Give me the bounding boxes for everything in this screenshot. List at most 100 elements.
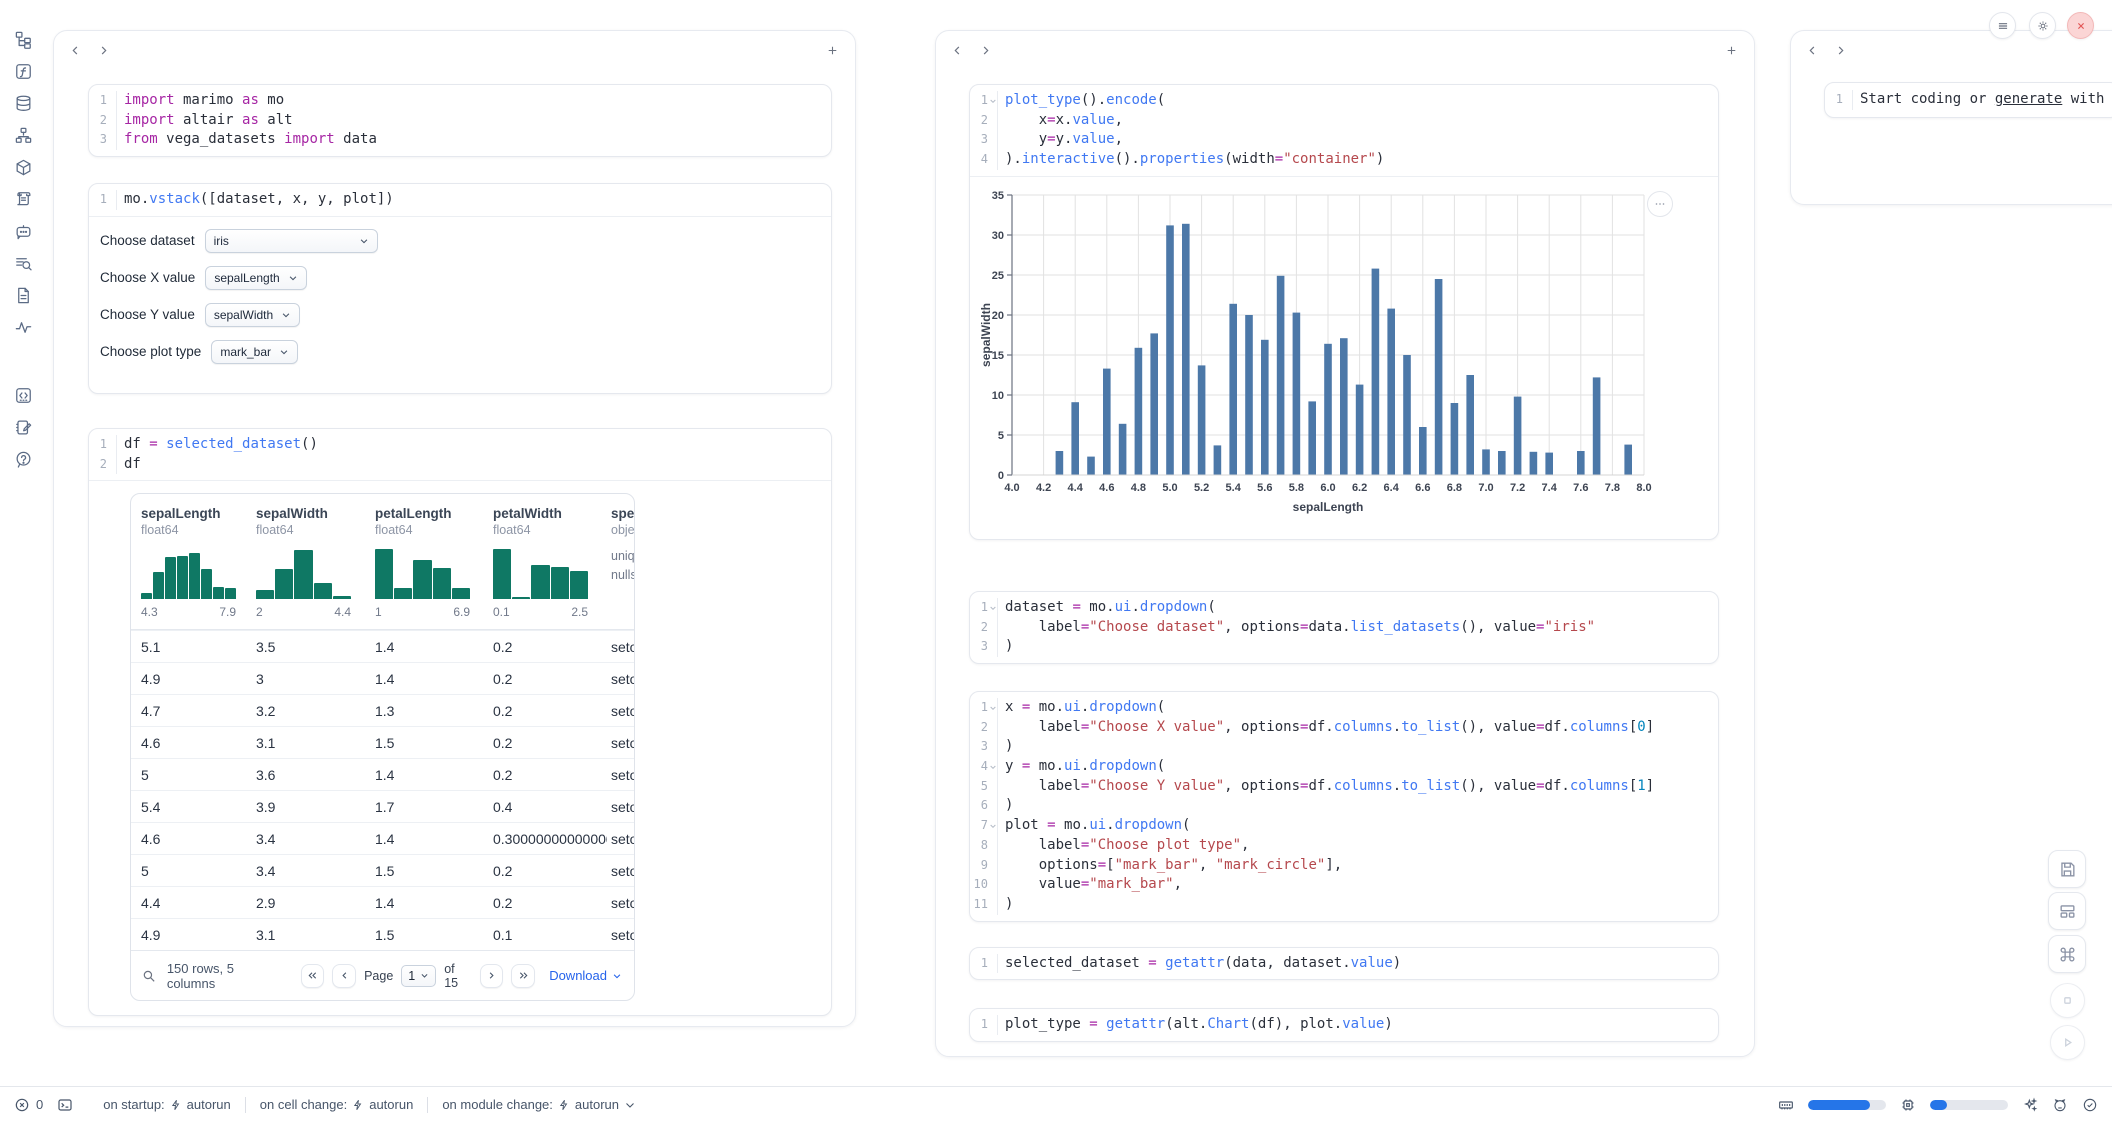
svg-text:4.0: 4.0 [1004,482,1019,494]
sidebar-item-dependency-graph[interactable] [0,126,46,144]
code-editor[interactable]: 1x = mo.ui.dropdown(2 label="Choose X va… [970,692,1718,921]
menu-button[interactable] [1989,12,2016,39]
page-select[interactable]: 1 [401,965,436,987]
bar [1071,402,1079,475]
table-cell: 3.1 [252,927,371,943]
dependency-graph-icon [14,126,33,145]
column-histogram [256,545,351,599]
first-page-button[interactable] [301,964,325,988]
github-button[interactable] [2052,1097,2068,1113]
svg-text:7.6: 7.6 [1573,482,1588,494]
runtime-config-on-startup[interactable]: on startup:autorun [89,1097,245,1112]
terminal-button[interactable] [57,1097,73,1113]
shutdown-button[interactable] [2067,12,2094,39]
column-collapse-left-button[interactable] [66,41,84,59]
runtime-config-on-module-change[interactable]: on module change:autorun [428,1097,650,1112]
column-header-sepalWidth[interactable]: sepalWidthfloat6424.4 [252,506,371,629]
fold-chevron-icon[interactable] [988,598,997,618]
sidebar-item-logs-search[interactable] [0,254,46,272]
table-row: 4.63.41.40.30000000000000004setosa [131,822,634,854]
sidebar-item-database[interactable] [0,94,46,112]
prev-page-button[interactable] [332,964,356,988]
dropdown-select-dataset[interactable]: iris [205,229,378,253]
last-page-button[interactable] [511,964,535,988]
runtime-config-on-cell-change[interactable]: on cell change:autorun [246,1097,428,1112]
sidebar-item-tracing[interactable] [0,318,46,336]
bar [1403,355,1411,475]
fold-chevron-icon[interactable] [988,698,997,718]
dropdown-select-y-value[interactable]: sepalWidth [205,303,300,327]
fold-chevron-icon[interactable] [988,816,997,836]
dropdown-select-plot-type[interactable]: mark_bar [211,340,298,364]
sidebar-item-chat-bot[interactable] [0,222,46,240]
svg-text:4.8: 4.8 [1131,482,1146,494]
chevron-left-icon [339,970,350,981]
svg-text:6.6: 6.6 [1415,482,1430,494]
save-button[interactable] [2048,850,2086,888]
bar [1372,268,1380,474]
bar [1308,401,1316,475]
code-editor[interactable]: 1import marimo as mo2import altair as al… [89,85,831,156]
tracing-icon [14,318,33,337]
svg-text:5.2: 5.2 [1194,482,1209,494]
sidebar-item-file-tree[interactable] [0,30,46,48]
column-collapse-right-button[interactable] [976,41,994,59]
code-editor[interactable]: 1selected_dataset = getattr(data, datase… [970,948,1718,980]
layout-button[interactable] [2048,892,2086,930]
code-editor[interactable]: 1dataset = mo.ui.dropdown(2 label="Choos… [970,592,1718,663]
fold-chevron-icon[interactable] [988,757,997,777]
bar [1087,456,1095,474]
table-row: 5.43.91.70.4setosa [131,790,634,822]
bar [1356,384,1364,474]
column-collapse-right-button[interactable] [94,41,112,59]
errors-indicator[interactable] [14,1097,30,1113]
table-cell: 4.9 [137,927,252,943]
run-button[interactable] [2050,1025,2085,1060]
bar [1277,276,1285,475]
svg-text:6.8: 6.8 [1447,482,1462,494]
code-editor-placeholder[interactable]: Start coding or generate with AI. [1852,90,2112,110]
code-editor[interactable]: 1mo.vstack([dataset, x, y, plot]) [89,184,831,216]
sidebar-item-scroll[interactable] [0,190,46,208]
table-cell: 0.2 [489,735,607,751]
sidebar-item-variables[interactable] [0,62,46,80]
dropdown-select-x-value[interactable]: sepalLength [205,266,306,290]
status-bar: 0 on startup:autorunon cell change:autor… [0,1086,2112,1122]
search-icon[interactable] [141,968,157,984]
column-header-sepalLength[interactable]: sepalLengthfloat644.37.9 [137,506,252,629]
keyboard-shortcuts-button[interactable] [2048,935,2086,973]
settings-button[interactable] [2029,12,2056,39]
column-collapse-left-button[interactable] [948,41,966,59]
next-page-button[interactable] [480,964,504,988]
code-editor[interactable]: 1df = selected_dataset()2df [89,429,831,480]
code-editor[interactable]: 1plot_type = getattr(alt.Chart(df), plot… [970,1009,1718,1041]
dropdown-row: Choose plot typemark_bar [100,340,820,364]
connection-status-button[interactable] [2082,1097,2098,1113]
sidebar-item-help[interactable] [0,450,46,468]
column-header-petalWidth[interactable]: petalWidthfloat640.12.5 [489,506,607,629]
bar [1245,315,1253,475]
sidebar-item-scratchpad[interactable] [0,418,46,436]
generate-with-ai-link[interactable]: generate [1995,91,2062,107]
sidebar-item-document[interactable] [0,286,46,304]
column-header-petalLength[interactable]: petalLengthfloat6416.9 [371,506,489,629]
download-button[interactable]: Download [549,968,622,983]
add-cell-button[interactable] [1722,41,1740,59]
empty-code-cell[interactable]: 1 Start coding or generate with AI. [1824,82,2112,118]
add-cell-button[interactable] [823,41,841,59]
chart-actions-button[interactable] [1647,191,1673,217]
stop-button[interactable] [2050,983,2085,1018]
line-number: 1 [970,1015,988,1035]
sidebar-item-snippets[interactable] [0,386,46,404]
column-collapse-left-button[interactable] [1803,41,1821,59]
ai-assist-button[interactable] [2022,1097,2038,1113]
line-number: 1 [89,435,107,455]
page-total: of 15 [444,962,471,990]
table-cell: 0.2 [489,639,607,655]
column-collapse-right-button[interactable] [1831,41,1849,59]
code-editor[interactable]: 1plot_type().encode(2 x=x.value,3 y=y.va… [970,85,1718,176]
column-header-species[interactable]: speciesobjectunique:nulls: [607,506,634,629]
help-icon [14,450,33,469]
fold-chevron-icon[interactable] [988,91,997,111]
sidebar-item-package[interactable] [0,158,46,176]
